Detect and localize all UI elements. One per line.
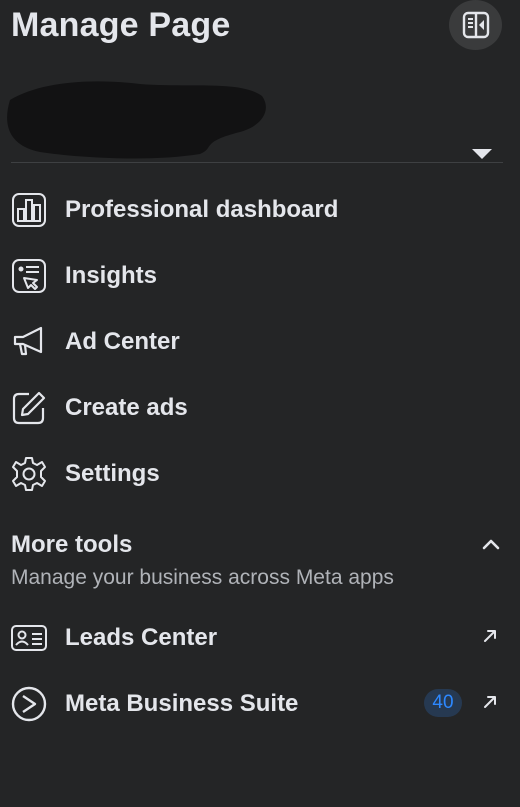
redacted-page-name (7, 81, 266, 159)
tool-label: Leads Center (65, 624, 218, 651)
tool-label: Meta Business Suite (65, 690, 299, 717)
nav-ad-center[interactable]: Ad Center (0, 314, 520, 370)
dropdown-caret-icon[interactable] (470, 144, 494, 162)
tool-leads-center[interactable]: Leads Center (0, 610, 520, 666)
page-title: Manage Page (11, 6, 231, 44)
chevron-up-icon[interactable] (478, 533, 504, 555)
gear-icon (10, 455, 48, 493)
edit-icon (10, 389, 48, 427)
nav-label: Settings (65, 460, 160, 487)
more-tools-heading: More tools (11, 531, 133, 558)
nav-professional-dashboard[interactable]: Professional dashboard (0, 182, 520, 238)
more-tools-subtitle: Manage your business across Meta apps (11, 566, 394, 589)
nav-label: Insights (65, 262, 158, 289)
megaphone-icon (10, 323, 48, 361)
nav-insights[interactable]: Insights (0, 248, 520, 304)
nav-settings[interactable]: Settings (0, 446, 520, 502)
nav-create-ads[interactable]: Create ads (0, 380, 520, 436)
page-selector[interactable] (0, 50, 520, 162)
divider (11, 162, 503, 163)
insights-icon (10, 257, 48, 295)
notification-badge: 40 (424, 689, 462, 717)
nav-label: Ad Center (65, 328, 180, 355)
nav-label: Professional dashboard (65, 196, 339, 223)
contact-card-icon (10, 619, 48, 657)
meta-business-suite-icon (10, 685, 48, 723)
nav-label: Create ads (65, 394, 188, 421)
sidebar-collapse-icon (462, 11, 489, 39)
external-link-icon (484, 696, 496, 708)
external-link-icon (484, 630, 496, 642)
dashboard-icon (10, 191, 48, 229)
collapse-panel-button[interactable] (449, 0, 502, 50)
